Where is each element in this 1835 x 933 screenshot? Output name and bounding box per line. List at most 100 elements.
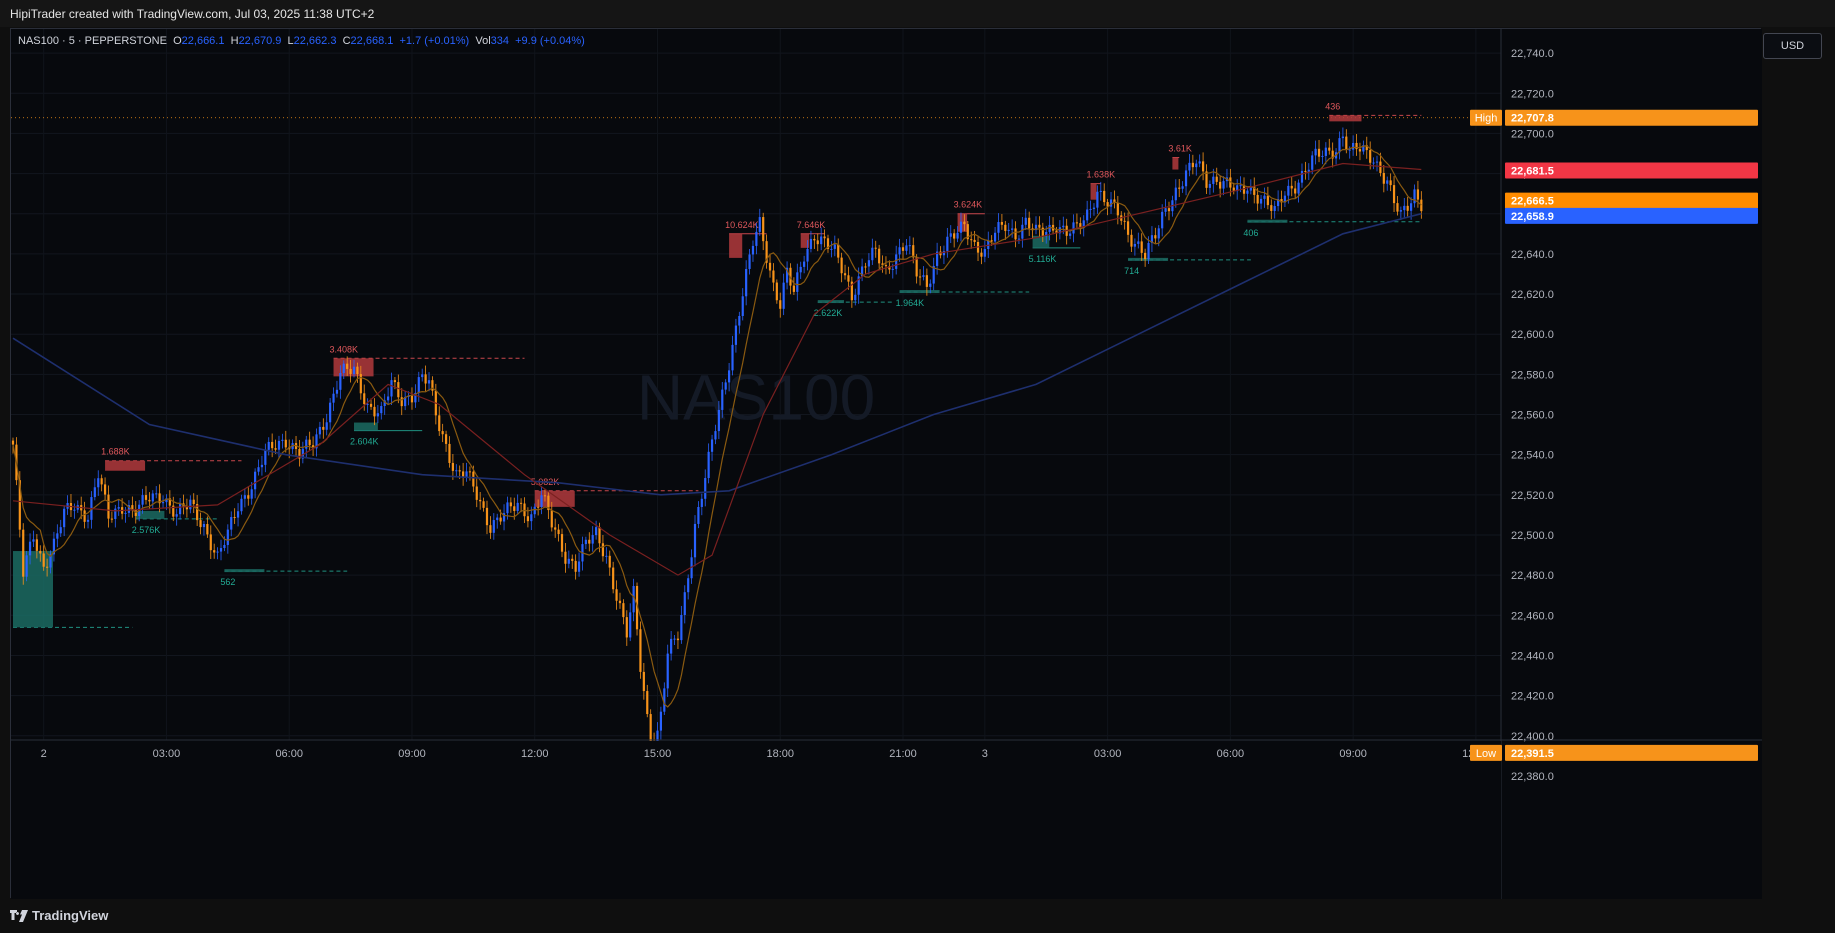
candle	[591, 535, 594, 544]
candle	[615, 589, 618, 601]
candle	[206, 523, 209, 535]
candle	[1215, 176, 1218, 182]
candle	[32, 539, 35, 542]
bid-price-value: 22,666.5	[1511, 196, 1554, 208]
last-price-value: 22,681.5	[1511, 166, 1554, 178]
time-axis-panel	[11, 741, 1501, 899]
price-tick-label: 22,560.0	[1511, 410, 1554, 422]
candle	[905, 245, 908, 251]
candle	[1403, 205, 1406, 211]
tradingview-brand[interactable]: TradingView	[10, 908, 108, 923]
candle	[1317, 148, 1321, 157]
candle	[1219, 181, 1222, 189]
candle	[779, 300, 782, 309]
candle	[908, 245, 911, 247]
chart-panel[interactable]: NAS100 1.688K 3.408K 5.082K 10.624K 7.646K 3.6…	[10, 28, 1762, 899]
candle	[277, 440, 281, 450]
candle	[1167, 208, 1171, 212]
price-tick-label: 22,700.0	[1511, 128, 1554, 140]
price-tick-label: 22,400.0	[1511, 731, 1554, 743]
candle	[1188, 162, 1191, 171]
candle	[612, 567, 615, 590]
candle	[332, 393, 335, 403]
candle	[697, 506, 700, 524]
candle	[1355, 142, 1358, 150]
candle	[997, 222, 1000, 233]
candle	[192, 499, 195, 505]
candle	[584, 539, 587, 545]
candle	[959, 221, 963, 233]
close-value: 22,668.1	[350, 35, 394, 47]
candle	[451, 462, 454, 471]
candle	[329, 402, 332, 423]
price-tick-label: 22,500.0	[1511, 530, 1554, 542]
price-axis-panel	[1501, 29, 1762, 899]
candle	[1004, 224, 1007, 231]
open-value: 22,666.1	[181, 35, 225, 47]
price-tick-label: 22,440.0	[1511, 650, 1554, 662]
candle	[216, 551, 219, 553]
candle	[625, 617, 628, 638]
supply-zone	[1090, 183, 1097, 200]
symbol-label[interactable]: NAS100 · 5 · PEPPERSTONE	[18, 35, 167, 47]
candle	[1399, 210, 1402, 212]
candle	[489, 525, 492, 533]
candle	[1420, 199, 1423, 212]
candle	[1208, 183, 1212, 188]
candle	[871, 247, 874, 261]
candle	[833, 244, 836, 249]
candle	[1126, 221, 1130, 235]
candle	[35, 539, 38, 551]
demand-volume-label: 714	[1124, 266, 1139, 276]
candle	[124, 512, 127, 514]
candle	[537, 506, 540, 508]
demand-volume-label: 2.576K	[132, 525, 161, 535]
price-tick-label: 22,620.0	[1511, 289, 1554, 301]
candle	[738, 315, 741, 326]
candle	[1379, 161, 1382, 173]
time-tick-label: 06:00	[1217, 748, 1245, 760]
time-tick-label: 12:00	[521, 748, 549, 760]
supply-zone	[1329, 115, 1362, 122]
candle	[1314, 148, 1317, 156]
price-chart[interactable]: NAS1001.688K3.408K5.082K10.624K 7.646K3.6…	[11, 29, 1762, 899]
candle	[700, 498, 703, 507]
candle	[1294, 188, 1297, 194]
time-tick-label: 03:00	[153, 748, 181, 760]
candle	[110, 518, 113, 520]
high-label: H	[230, 35, 239, 47]
candle	[380, 406, 383, 414]
candle	[772, 270, 775, 283]
time-tick-label: 09:00	[1339, 748, 1367, 760]
candle	[676, 638, 680, 641]
chart-title: HipiTrader created with TradingView.com,…	[10, 7, 375, 21]
candle	[891, 268, 894, 270]
candle	[1038, 224, 1041, 228]
candle	[46, 566, 49, 568]
candle	[1372, 162, 1375, 164]
candle	[745, 268, 748, 297]
candle	[799, 266, 802, 273]
candle	[687, 578, 690, 593]
candle	[608, 555, 611, 568]
candle	[1392, 185, 1396, 204]
price-tick-label: 22,740.0	[1511, 48, 1554, 60]
candle	[1382, 172, 1385, 184]
demand-volume-label: 562	[220, 577, 235, 587]
price-tick-label: 22,720.0	[1511, 88, 1554, 100]
candle	[1062, 225, 1065, 228]
candle	[1000, 222, 1003, 225]
currency-button[interactable]: USD	[1763, 33, 1822, 59]
candle	[233, 517, 236, 519]
candle	[1103, 190, 1106, 203]
candle	[666, 653, 669, 689]
candle	[59, 527, 62, 534]
candle	[226, 529, 229, 545]
candle	[322, 426, 325, 430]
candle	[1137, 241, 1140, 244]
candle	[693, 523, 697, 558]
time-tick-label: 18:00	[766, 748, 794, 760]
candle	[1161, 211, 1164, 229]
candle	[758, 217, 761, 232]
high-price-value: 22,707.8	[1511, 113, 1554, 125]
